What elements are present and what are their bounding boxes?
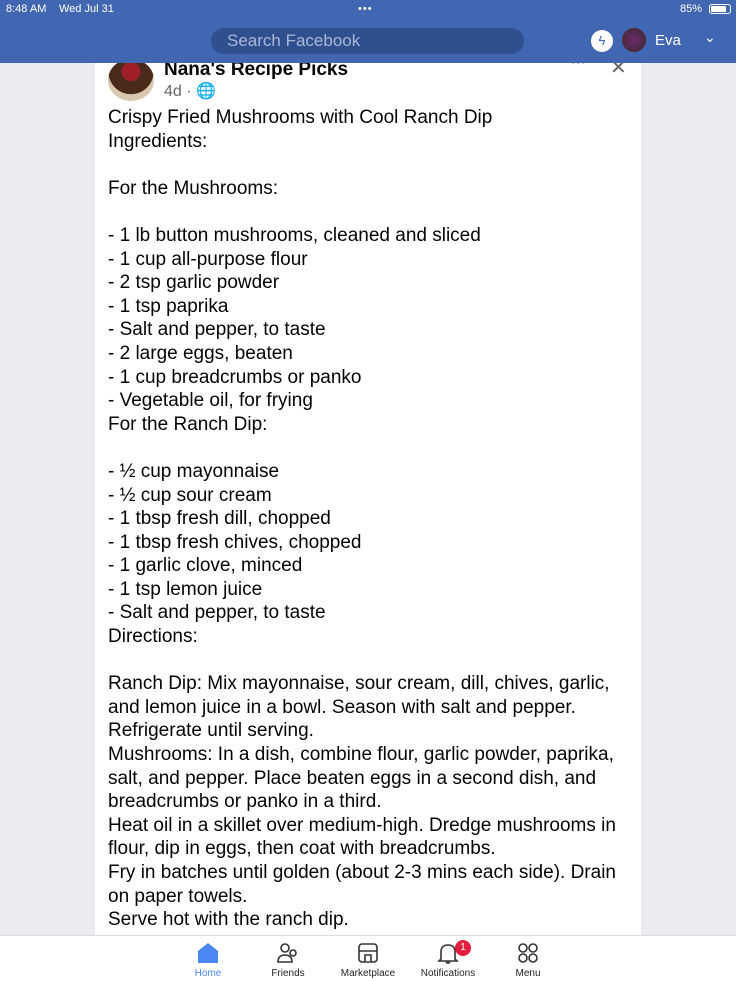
post-text-line <box>108 649 616 673</box>
post-text-line: For the Ranch Dip: <box>108 413 268 435</box>
battery-icon <box>709 4 731 14</box>
messenger-icon[interactable]: ϟ <box>591 30 613 52</box>
battery-percent: 85% <box>680 3 703 15</box>
chevron-down-icon[interactable]: ⌄ <box>704 29 716 46</box>
post-text-line: on paper towels. <box>108 885 248 907</box>
top-bar: 8:48 AM Wed Jul 31 ••• 85% Search Facebo… <box>0 0 736 63</box>
post-text-line: - 2 large eggs, beaten <box>108 342 293 364</box>
nav-home[interactable]: Home <box>163 942 253 979</box>
bottom-nav: Home Friends Marketplace Notifications 1… <box>0 935 736 981</box>
page-name[interactable]: Nana's Recipe Picks <box>164 63 348 81</box>
post-text-line <box>108 436 616 460</box>
post-text-line: - 1 cup all-purpose flour <box>108 248 308 270</box>
nav-friends[interactable]: Friends <box>243 942 333 979</box>
post-text-line: - 1 tbsp fresh chives, chopped <box>108 531 362 553</box>
post-text-line: - 1 cup breadcrumbs or panko <box>108 366 362 388</box>
post-meta: 4d · 🌐 <box>164 81 216 101</box>
post-text: Crispy Fried Mushrooms with Cool Ranch D… <box>108 106 616 932</box>
post-text-line <box>108 153 616 177</box>
post-text-line: Serve hot with the ranch dip. <box>108 909 349 931</box>
globe-icon: 🌐 <box>196 83 216 100</box>
page-avatar[interactable] <box>108 63 154 101</box>
post-text-line: - Salt and pepper, to taste <box>108 602 326 624</box>
post-text-line: Fry in batches until golden (about 2-3 m… <box>108 862 616 883</box>
post-text-line: Directions: <box>108 626 198 648</box>
post-text-line: - Salt and pepper, to taste <box>108 319 326 341</box>
more-options-icon[interactable]: ••• <box>571 63 586 69</box>
nav-marketplace[interactable]: Marketplace <box>323 942 413 979</box>
multitask-dots-icon[interactable]: ••• <box>358 3 373 15</box>
status-time: 8:48 AM <box>6 3 47 15</box>
post-text-line: - ½ cup mayonnaise <box>108 460 280 482</box>
close-icon[interactable]: ✕ <box>610 63 627 80</box>
post-text-line: - 1 tbsp fresh dill, chopped <box>108 508 331 530</box>
post-text-line: - Vegetable oil, for frying <box>108 390 313 412</box>
post-age[interactable]: 4d · <box>164 83 192 100</box>
post-text-line <box>108 200 616 224</box>
post-text-line: and lemon juice in a bowl. Season with s… <box>108 696 576 718</box>
post-text-line: Refrigerate until serving. <box>108 720 314 742</box>
post-text-line: For the Mushrooms: <box>108 177 278 199</box>
friends-icon <box>277 943 297 963</box>
post-text-line: - 1 lb button mushrooms, cleaned and sli… <box>108 224 481 246</box>
post-text-line: Ranch Dip: Mix mayonnaise, sour cream, d… <box>108 673 610 695</box>
nav-notifications[interactable]: Notifications 1 <box>403 940 493 979</box>
post-text-line: Mushrooms: In a dish, combine flour, gar… <box>108 744 614 766</box>
menu-grid-icon <box>518 943 538 963</box>
post-text-line: - ½ cup sour cream <box>108 484 272 506</box>
post-text-line: flour, dip in eggs, then coat with bread… <box>108 838 496 860</box>
avatar[interactable] <box>622 28 646 52</box>
post-text-line: - 1 tsp lemon juice <box>108 578 263 600</box>
post-text-line: Heat oil in a skillet over medium-high. … <box>108 814 616 836</box>
search-input[interactable]: Search Facebook <box>211 28 524 54</box>
marketplace-icon <box>358 943 378 963</box>
user-name[interactable]: Eva <box>655 32 681 49</box>
post-text-line: Ingredients: <box>108 130 208 152</box>
nav-menu[interactable]: Menu <box>483 942 573 979</box>
post-text-line: - 1 tsp paprika <box>108 295 229 317</box>
post-text-line: - 2 tsp garlic powder <box>108 272 280 294</box>
status-date: Wed Jul 31 <box>59 3 114 15</box>
post-text-line: breadcrumbs or panko in a third. <box>108 791 382 813</box>
post-text-line: salt, and pepper. Place beaten eggs in a… <box>108 767 597 789</box>
post-card: Nana's Recipe Picks 4d · 🌐 ••• ✕ Crispy … <box>95 63 641 935</box>
post-text-line: Crispy Fried Mushrooms with Cool Ranch D… <box>108 107 493 128</box>
home-icon <box>198 943 218 963</box>
post-text-line: - 1 garlic clove, minced <box>108 555 303 577</box>
notification-badge: 1 <box>455 940 471 956</box>
